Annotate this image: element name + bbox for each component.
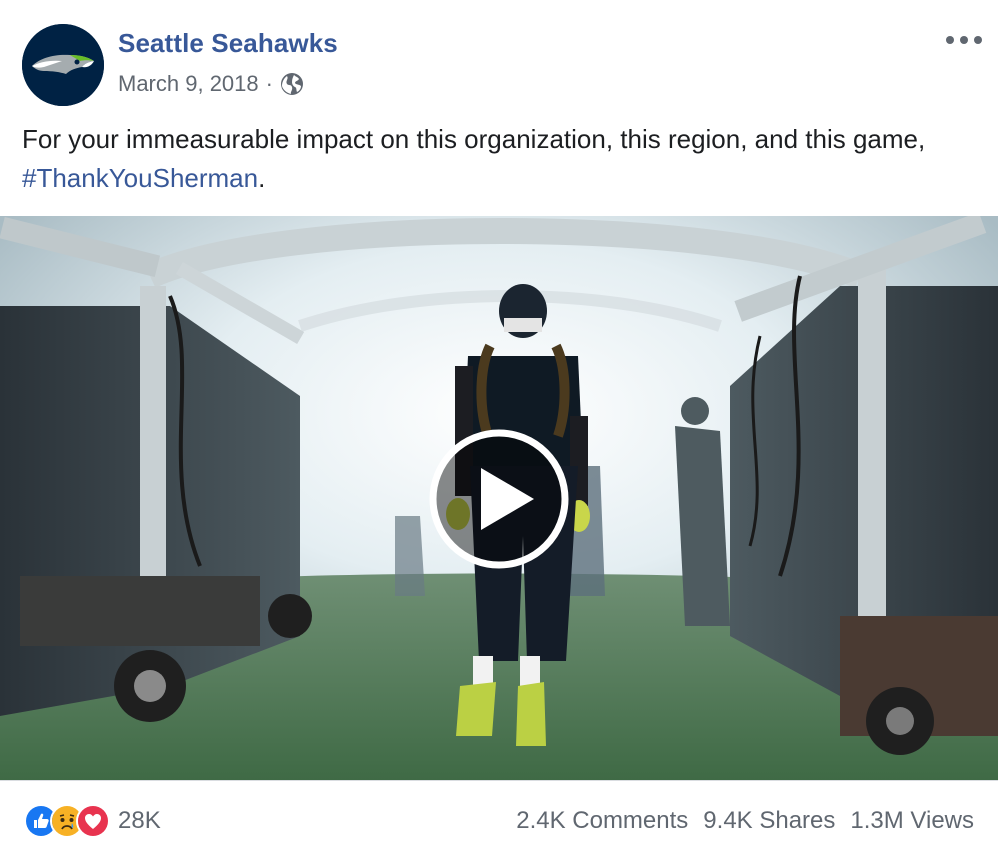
comments-count-link[interactable]: 2.4K Comments <box>516 807 688 835</box>
reaction-count: 28K <box>118 807 161 834</box>
post-caption: For your immeasurable impact on this org… <box>22 120 972 198</box>
reactions-summary[interactable]: 28K <box>24 804 161 838</box>
page-avatar[interactable] <box>22 24 104 106</box>
video-player[interactable] <box>0 216 998 780</box>
shares-count-link[interactable]: 9.4K Shares <box>703 807 835 835</box>
post-date[interactable]: March 9, 2018 <box>118 71 259 97</box>
post-meta: March 9, 2018 · <box>118 70 305 98</box>
more-dot <box>946 36 954 44</box>
post-stats: 2.4K Comments 9.4K Shares 1.3M Views <box>516 807 974 835</box>
play-button[interactable] <box>428 428 570 570</box>
meta-separator: · <box>265 71 273 96</box>
love-icon <box>76 804 110 838</box>
play-icon <box>429 429 569 569</box>
more-options-icon[interactable] <box>946 28 982 52</box>
more-dot <box>974 36 982 44</box>
hashtag-link[interactable]: #ThankYouSherman <box>22 163 258 193</box>
caption-end: . <box>258 163 266 193</box>
views-count: 1.3M Views <box>850 807 974 834</box>
facebook-post: Seattle Seahawks March 9, 2018 · For you… <box>0 0 998 859</box>
seahawks-logo-icon <box>22 24 104 106</box>
globe-icon[interactable] <box>279 71 305 97</box>
post-footer: 28K 2.4K Comments 9.4K Shares 1.3M Views <box>0 780 998 859</box>
page-name-link[interactable]: Seattle Seahawks <box>118 28 338 59</box>
more-dot <box>960 36 968 44</box>
caption-text: For your immeasurable impact on this org… <box>22 124 926 154</box>
